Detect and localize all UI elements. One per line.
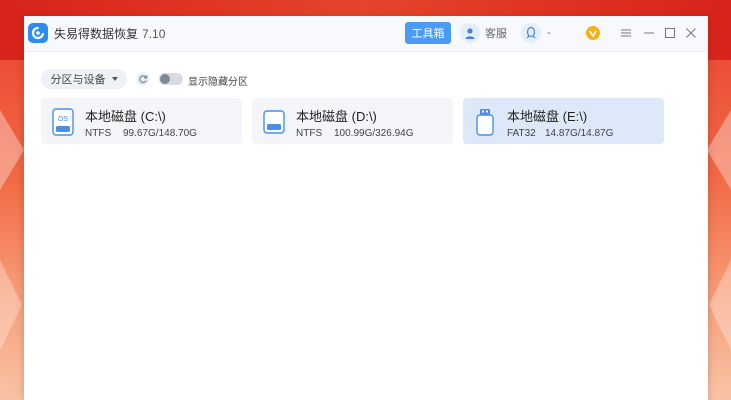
title-bar[interactable]: 失易得数据恢复 7.10 工具箱 客服 -: [24, 16, 708, 52]
background-decoration: [0, 260, 22, 350]
user-avatar-icon: [521, 23, 541, 43]
disk-capacity: 99.67G/148.70G: [123, 128, 197, 139]
app-window: 失易得数据恢复 7.10 工具箱 客服 - 分区与设备 显示隐藏分区 OS 本地…: [24, 16, 708, 400]
disk-capacity: 100.99G/326.94G: [334, 128, 414, 139]
vip-icon[interactable]: [586, 26, 600, 40]
disk-name: 本地磁盘 (E:\): [507, 109, 588, 124]
disk-filesystem: FAT32: [507, 128, 536, 139]
customer-service-label: 客服: [485, 28, 507, 40]
app-title: 失易得数据恢复 7.10: [54, 25, 165, 42]
account-button[interactable]: -: [521, 22, 551, 44]
background-decoration: [709, 260, 731, 350]
customer-service-icon: [460, 23, 480, 43]
app-version: 7.10: [142, 27, 166, 41]
show-hidden-partitions-toggle[interactable]: [159, 73, 183, 85]
toggle-knob: [160, 74, 170, 84]
disk-filesystem: NTFS: [296, 128, 323, 139]
toolbox-button[interactable]: 工具箱: [405, 22, 451, 44]
system-drive-icon: OS: [52, 108, 74, 136]
disk-card-c[interactable]: OS 本地磁盘 (C:\) NTFS 99.67G/148.70G: [41, 98, 242, 144]
chevron-down-icon: [111, 77, 118, 81]
account-label: -: [547, 27, 551, 39]
svg-text:OS: OS: [58, 116, 68, 123]
close-icon[interactable]: [682, 24, 700, 42]
menu-icon[interactable]: [617, 24, 635, 42]
app-name: 失易得数据恢复: [54, 27, 139, 41]
show-hidden-partitions-label: 显示隐藏分区: [188, 77, 248, 88]
dropdown-label: 分区与设备: [50, 74, 106, 86]
partition-device-dropdown[interactable]: 分区与设备: [41, 69, 127, 89]
maximize-icon[interactable]: [661, 24, 679, 42]
hard-drive-icon: [263, 108, 285, 136]
background-decoration: [0, 110, 24, 190]
app-logo-icon: [28, 23, 48, 43]
disk-name: 本地磁盘 (D:\): [296, 109, 377, 124]
disk-card-d[interactable]: 本地磁盘 (D:\) NTFS 100.99G/326.94G: [252, 98, 453, 144]
disk-name: 本地磁盘 (C:\): [85, 109, 166, 124]
disk-filesystem: NTFS: [85, 128, 112, 139]
minimize-icon[interactable]: [640, 24, 658, 42]
disk-capacity: 14.87G/14.87G: [545, 128, 614, 139]
refresh-icon[interactable]: [136, 72, 150, 86]
background-decoration: [707, 110, 731, 190]
customer-service-button[interactable]: 客服: [460, 22, 507, 44]
usb-drive-icon: [474, 108, 496, 136]
disk-card-e[interactable]: 本地磁盘 (E:\) FAT32 14.87G/14.87G: [463, 98, 664, 144]
